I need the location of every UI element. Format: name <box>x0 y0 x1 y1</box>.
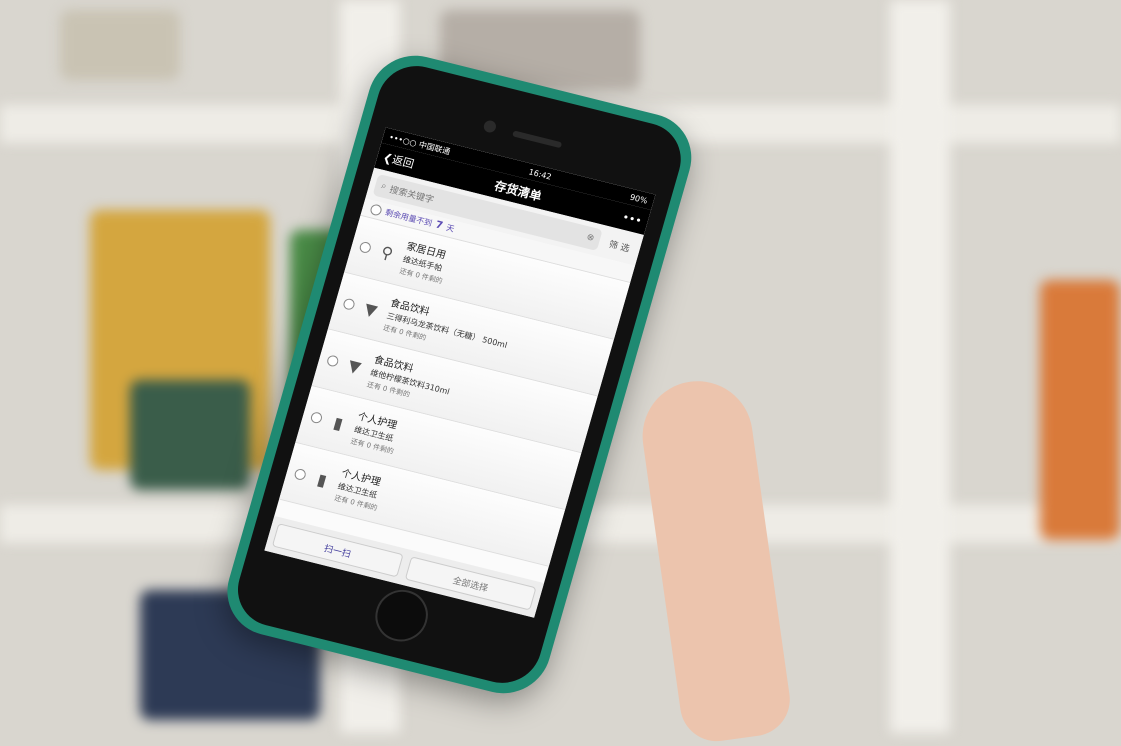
notice-suffix: 天 <box>445 223 456 234</box>
spray-bottle-icon: ⚲ <box>378 241 396 263</box>
radio-icon[interactable] <box>358 240 373 254</box>
radio-icon[interactable] <box>326 353 340 368</box>
toiletries-icon: ▮ <box>331 412 346 433</box>
filter-button[interactable]: 筛 选 <box>604 236 636 255</box>
ice-cream-icon: ▼ <box>362 298 380 320</box>
search-icon: ⌕ <box>379 181 388 193</box>
notice-days: 7 <box>434 219 445 232</box>
back-button[interactable]: ❮返回 <box>381 149 416 172</box>
radio-icon[interactable] <box>309 410 324 424</box>
toiletries-icon: ▮ <box>315 469 330 490</box>
time-label: 16:42 <box>527 166 553 182</box>
back-label: 返回 <box>390 153 416 171</box>
speaker-grille <box>512 130 563 149</box>
search-placeholder: 搜索关键字 <box>388 184 435 206</box>
radio-icon <box>369 203 383 217</box>
clear-icon[interactable]: ⊗ <box>585 232 595 243</box>
radio-icon[interactable] <box>342 297 357 311</box>
radio-icon[interactable] <box>293 467 308 481</box>
battery-label: 90% <box>628 192 649 206</box>
home-button[interactable] <box>369 584 435 647</box>
camera-icon <box>482 119 498 134</box>
more-button[interactable]: ••• <box>621 210 643 227</box>
ice-cream-icon: ▼ <box>346 355 364 377</box>
